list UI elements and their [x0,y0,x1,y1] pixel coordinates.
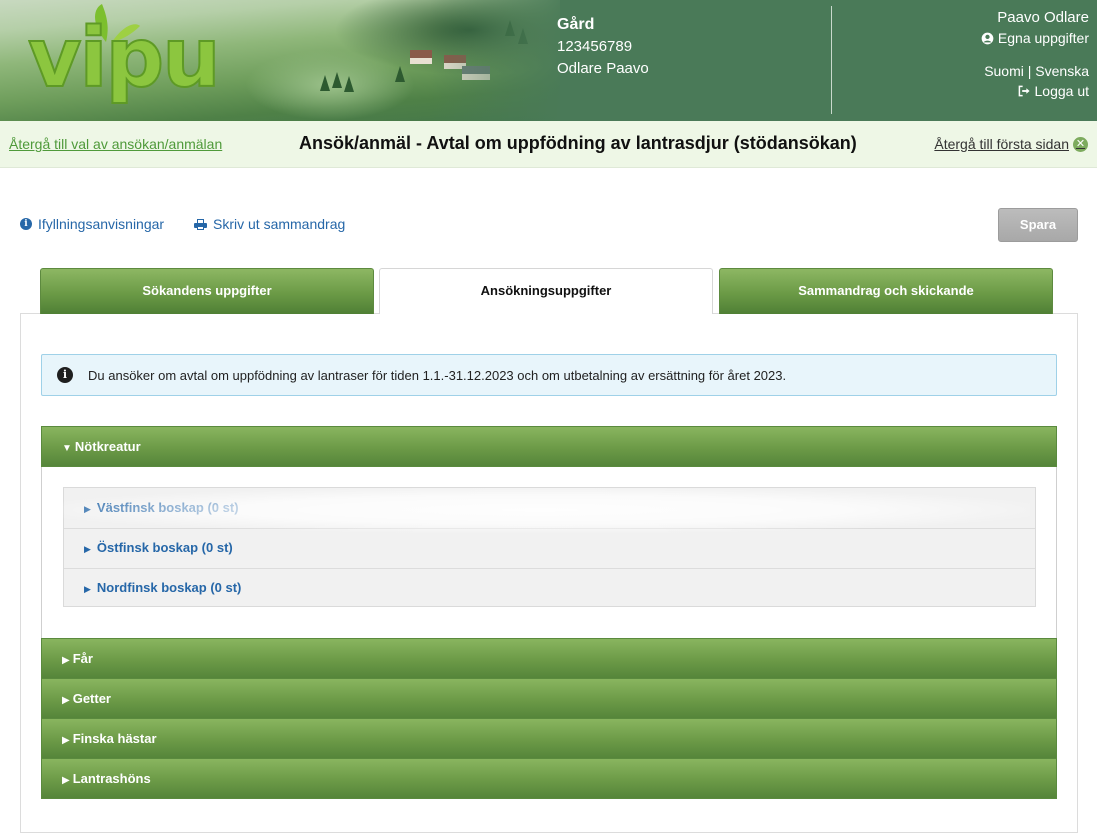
accordion-goats-header[interactable]: ▶ Getter [41,678,1057,719]
tree-icon [344,76,354,92]
accordion-cattle-header[interactable]: ▼ Nötkreatur [41,426,1057,467]
breed-label: Östfinsk boskap (0 st) [96,540,233,555]
logout-icon [1018,83,1035,99]
accordion-cattle-body: ▶ Västfinsk boskap (0 st) ▶ Östfinsk boska… [41,467,1057,639]
info-alert: i Du ansöker om avtal om uppfödning av l… [41,354,1057,396]
farm-owner-name: Odlare Paavo [557,60,649,77]
caret-right-icon: ▶ [62,735,70,746]
farm-building [410,58,432,64]
caret-down-icon: ▼ [62,443,72,454]
accordion-hens-label: Lantrashöns [72,771,151,786]
title-bar: Återgå till val av ansökan/anmälan Ansök… [0,121,1097,168]
page-title: Ansök/anmäl - Avtal om uppfödning av lan… [299,133,857,153]
accordion-sheep-label: Får [72,651,93,666]
accordion-horses-header[interactable]: ▶ Finska hästar [41,718,1057,759]
accordion-hens-header[interactable]: ▶ Lantrashöns [41,758,1057,799]
farm-title: Gård [557,16,595,33]
tree-icon [320,75,330,91]
caret-right-icon: ▶ [62,775,70,786]
breed-row-west-finnish[interactable]: ▶ Västfinsk boskap (0 st) [64,488,1035,528]
logout-label: Logga ut [1034,83,1090,99]
own-info-link[interactable]: Egna uppgifter [981,28,1089,48]
banner-fade [430,0,570,121]
tab-summary-and-send[interactable]: Sammandrag och skickande [719,268,1053,314]
vipu-logo: vipu [28,4,222,107]
lang-suomi[interactable]: Suomi [984,63,1024,79]
save-button[interactable]: Spara [998,208,1078,242]
info-icon: i [57,367,73,383]
info-icon: i [20,218,32,230]
tree-icon [395,66,405,82]
info-alert-text: Du ansöker om avtal om uppfödning av lan… [88,367,787,383]
user-box: Paavo Odlare Egna uppgifter Suomi | Sven… [981,8,1089,101]
accordion-goats-label: Getter [72,691,111,706]
farm-info: Gård 123456789 Odlare Paavo [557,14,649,80]
printer-icon [194,218,207,230]
caret-right-icon: ▶ [84,584,91,594]
accordion-cattle-label: Nötkreatur [74,439,141,454]
logout-link[interactable]: Logga ut [981,81,1089,101]
svg-text:vipu: vipu [28,11,219,106]
accordion-horses-label: Finska hästar [72,731,157,746]
farm-id: 123456789 [557,38,633,55]
lang-svenska[interactable]: Svenska [1035,63,1089,79]
caret-right-icon: ▶ [84,544,91,554]
back-to-front-page-link[interactable]: Återgå till första sidan ✕ [934,136,1088,152]
print-summary-label: Skriv ut sammandrag [213,216,346,232]
breed-row-north-finnish[interactable]: ▶ Nordfinsk boskap (0 st) [64,568,1035,608]
accordion-sheep-header[interactable]: ▶ Får [41,638,1057,679]
language-switcher: Suomi | Svenska [981,61,1089,81]
tab-applicant-info[interactable]: Sökandens uppgifter [40,268,374,314]
caret-right-icon: ▶ [84,504,91,514]
home-link-label: Återgå till första sidan [934,136,1069,152]
caret-right-icon: ▶ [62,695,70,706]
user-name: Paavo Odlare [997,9,1089,26]
lang-separator: | [1027,63,1032,79]
farm-building [410,50,432,58]
tree-icon [332,72,342,88]
breed-label: Västfinsk boskap (0 st) [96,500,239,515]
user-circle-icon [981,30,998,46]
back-to-application-selection-link[interactable]: Återgå till val av ansökan/anmälan [9,136,222,152]
caret-right-icon: ▶ [62,655,70,666]
instructions-link[interactable]: i Ifyllningsanvisningar [20,216,164,232]
breed-label: Nordfinsk boskap (0 st) [96,580,242,595]
instructions-label: Ifyllningsanvisningar [38,216,165,232]
tab-application-info[interactable]: Ansökningsuppgifter [379,268,713,314]
print-summary-link[interactable]: Skriv ut sammandrag [194,216,345,232]
cattle-breed-list: ▶ Västfinsk boskap (0 st) ▶ Östfinsk boska… [63,487,1036,607]
breed-row-east-finnish[interactable]: ▶ Östfinsk boskap (0 st) [64,528,1035,568]
header-divider [831,6,832,114]
close-circle-icon: ✕ [1073,136,1088,152]
own-info-label: Egna uppgifter [997,30,1089,46]
header-banner: vipu Gård 123456789 Odlare Paavo Paavo O… [0,0,1097,121]
